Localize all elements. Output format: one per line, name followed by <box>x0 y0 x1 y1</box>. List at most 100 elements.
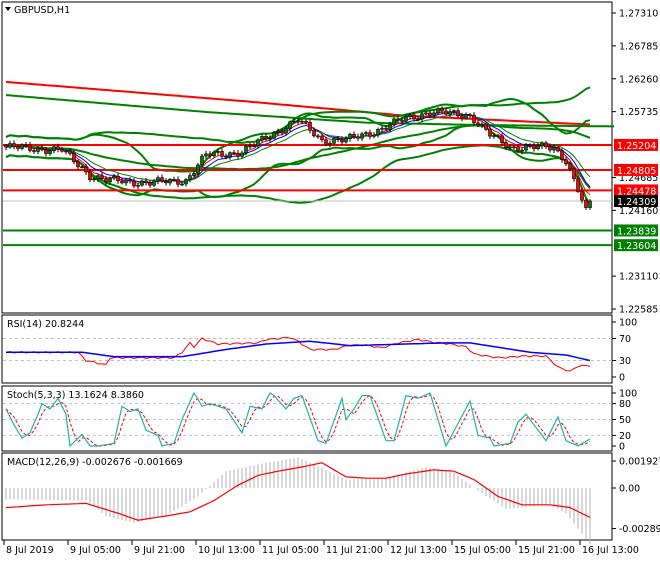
candle-down <box>128 179 132 182</box>
rsi-panel[interactable] <box>1 314 613 384</box>
candle-up <box>276 130 280 133</box>
candle-down <box>468 114 472 117</box>
candle-down <box>28 144 32 151</box>
time-label: 11 Jul 21:00 <box>326 545 383 556</box>
candle-up <box>20 144 24 149</box>
candle-up <box>508 146 512 149</box>
candle-down <box>352 133 356 138</box>
candle-down <box>44 149 48 154</box>
candle-down <box>308 122 312 131</box>
candle-up <box>520 149 524 152</box>
time-label: 9 Jul 21:00 <box>134 545 185 556</box>
candle-down <box>584 199 588 208</box>
time-label: 12 Jul 13:00 <box>390 545 447 556</box>
time-label: 15 Jul 21:00 <box>518 545 575 556</box>
candle-up <box>64 150 68 153</box>
candle-up <box>388 124 392 130</box>
candle-down <box>400 119 404 122</box>
price-tick-label: 1.25735 <box>619 107 658 118</box>
candle-up <box>168 179 172 184</box>
candle-up <box>404 116 408 122</box>
candle-up <box>424 112 428 115</box>
price-tick-label: 1.23110 <box>619 272 658 283</box>
rsi-tick-label: 100 <box>619 318 637 329</box>
candle-up <box>248 145 252 148</box>
candle-up <box>204 153 208 157</box>
candle-down <box>172 179 176 181</box>
candle-down <box>412 114 416 120</box>
candle-down <box>84 166 88 173</box>
candle-up <box>8 143 12 148</box>
candle-up <box>452 110 456 112</box>
candle-down <box>68 150 72 154</box>
macd-tick-label: 0.001927 <box>619 457 660 468</box>
time-label: 16 Jul 13:00 <box>582 545 639 556</box>
candle-down <box>116 175 120 182</box>
candle-down <box>476 122 480 126</box>
candle-down <box>576 178 580 192</box>
candle-down <box>544 142 548 148</box>
candle-down <box>80 166 84 169</box>
time-label: 10 Jul 13:00 <box>198 545 255 556</box>
candle-up <box>376 129 380 136</box>
candle-down <box>500 135 504 144</box>
candle-up <box>436 108 440 114</box>
candle-down <box>120 180 124 184</box>
level-price-label: 1.23839 <box>617 226 656 237</box>
candle-up <box>228 152 232 158</box>
trading-chart[interactable]: 1.273101.267851.262601.257351.246851.241… <box>0 0 660 560</box>
rsi-label: RSI(14) 20.8244 <box>7 319 84 330</box>
candle-up <box>464 114 468 119</box>
stoch-tick-label: 50 <box>619 415 631 426</box>
candle-down <box>72 153 76 163</box>
candle-down <box>484 123 488 130</box>
candle-up <box>392 118 396 125</box>
candle-up <box>156 177 160 182</box>
candle-down <box>88 171 92 180</box>
candle-up <box>196 164 200 174</box>
candle-down <box>132 180 136 187</box>
candle-up <box>96 175 100 180</box>
time-label: 11 Jul 05:00 <box>262 545 319 556</box>
candle-up <box>480 123 484 126</box>
candle-down <box>564 159 568 165</box>
candle-up <box>408 114 412 117</box>
candle-down <box>460 115 464 119</box>
candle-up <box>124 179 128 184</box>
candle-down <box>356 136 360 139</box>
candle-up <box>364 132 368 135</box>
symbol-title: GBPUSD,H1 <box>14 5 70 16</box>
candle-down <box>472 114 476 124</box>
candle-up <box>112 175 116 179</box>
candle-up <box>332 138 336 144</box>
price-tick-label: 1.26785 <box>619 41 658 52</box>
candle-down <box>340 139 344 143</box>
candle-down <box>100 175 104 179</box>
candle-up <box>272 132 276 139</box>
macd-label: MACD(12,26,9) -0.002676 -0.001669 <box>7 457 183 468</box>
candle-down <box>488 128 492 137</box>
candle-down <box>532 145 536 150</box>
candle-up <box>136 184 140 187</box>
candle-down <box>164 180 168 184</box>
candle-up <box>244 145 248 154</box>
candle-up <box>292 120 296 123</box>
candle-down <box>208 153 212 157</box>
candle-down <box>396 118 400 121</box>
stoch-label: Stoch(5,3,3) 13.1624 8.3860 <box>7 390 144 401</box>
candle-up <box>92 178 96 181</box>
candle-down <box>324 139 328 145</box>
candle-down <box>220 151 224 157</box>
candle-down <box>428 112 432 116</box>
candle-down <box>568 163 572 170</box>
level-price-label: 1.23604 <box>617 241 656 252</box>
candle-up <box>492 135 496 137</box>
candle-down <box>572 168 576 180</box>
candle-down <box>148 182 152 186</box>
candle-up <box>432 112 436 116</box>
candle-up <box>372 134 376 137</box>
candle-down <box>516 146 520 152</box>
candle-up <box>360 133 364 139</box>
candle-up <box>540 142 544 147</box>
candle-up <box>284 128 288 134</box>
